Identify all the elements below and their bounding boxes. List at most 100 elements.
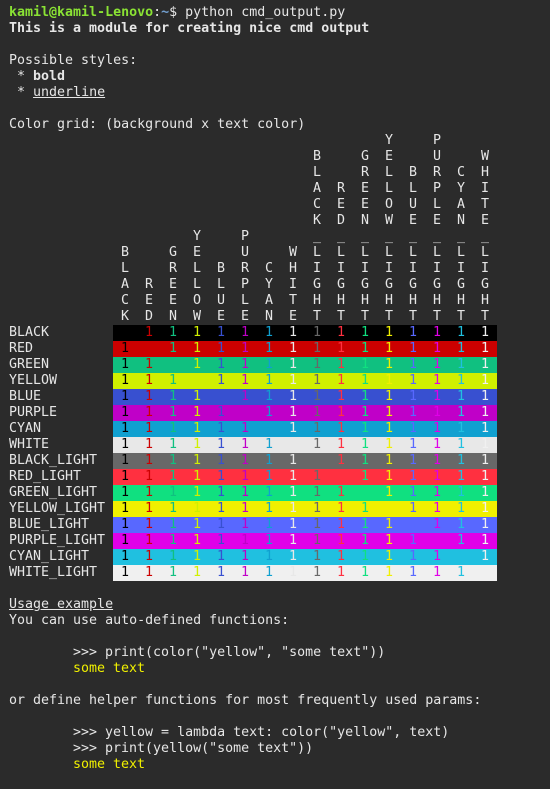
grid-cell: 1 (192, 485, 201, 500)
column-header-char: C (312, 197, 321, 212)
grid-cell: 1 (336, 501, 345, 516)
grid-cell: 1 (144, 325, 153, 340)
grid-cell: 1 (336, 453, 345, 468)
column-header-char: L (480, 245, 489, 260)
grid-cell: 1 (192, 565, 201, 580)
column-header-char: _ (456, 229, 465, 244)
grid-cell: 1 (360, 533, 369, 548)
grid-cell: 1 (240, 421, 249, 436)
grid-cell: 1 (264, 485, 273, 500)
grid-cell: 1 (168, 421, 177, 436)
grid-cell: 1 (408, 485, 417, 500)
grid-cell: 1 (408, 389, 417, 404)
grid-cell: 1 (216, 485, 225, 500)
column-header-char: A (456, 197, 465, 212)
grid-cell: 1 (360, 341, 369, 356)
column-header-char: H (480, 293, 489, 308)
column-header-char: L (336, 245, 345, 260)
grid-cell: 1 (456, 501, 465, 516)
row-label: YELLOW_LIGHT (9, 501, 106, 516)
row-label: GREEN_LIGHT (9, 485, 98, 500)
grid-cell: 1 (240, 357, 249, 372)
grid-cell: 1 (384, 469, 393, 484)
column-header-char: _ (384, 229, 393, 244)
styles-heading: Possible styles: (9, 53, 138, 68)
grid-cell: 1 (432, 485, 441, 500)
grid-cell: 1 (216, 533, 225, 548)
terminal-window[interactable]: kamil@kamil-Lenovo:~$ python cmd_output.… (0, 0, 550, 789)
column-header-char: H (384, 293, 393, 308)
grid-cell: 1 (192, 421, 201, 436)
column-header-char: N (264, 309, 273, 324)
column-header-char: E (384, 149, 393, 164)
grid-cell: 1 (360, 501, 369, 516)
grid-cell: 1 (480, 485, 489, 500)
grid-cell: 1 (120, 357, 129, 372)
grid-cell: 1 (168, 389, 177, 404)
grid-cell: 1 (264, 533, 273, 548)
grid-cell: 1 (216, 325, 225, 340)
grid-cell: 1 (456, 517, 465, 532)
grid-cell: 1 (264, 453, 273, 468)
grid-cell: 1 (360, 437, 369, 452)
column-header-char: T (456, 309, 465, 324)
grid-cell: 1 (288, 373, 297, 388)
grid-cell: 1 (264, 421, 273, 436)
grid-cell: 1 (480, 373, 489, 388)
column-header-char: D (144, 309, 153, 324)
column-header-char: E (144, 293, 153, 308)
column-header-char: L (408, 245, 417, 260)
grid-cell: 1 (456, 469, 465, 484)
grid-cell: 1 (120, 469, 129, 484)
column-header-char: _ (312, 229, 321, 244)
grid-cell: 1 (360, 517, 369, 532)
grid-cell: 1 (216, 373, 225, 388)
row-label: CYAN_LIGHT (9, 549, 90, 564)
grid-cell: 1 (480, 325, 489, 340)
grid-cell: 1 (312, 421, 321, 436)
grid-cell: 1 (216, 357, 225, 372)
grid-cell: 1 (312, 437, 321, 452)
bullet: * (9, 69, 34, 84)
grid-cell: 1 (312, 517, 321, 532)
column-header-char: I (360, 261, 369, 276)
column-header-char: H (288, 261, 297, 276)
grid-cell: 1 (360, 485, 369, 500)
grid-cell: 1 (408, 501, 417, 516)
grid-cell: 1 (432, 565, 441, 580)
grid-cell: 1 (384, 565, 393, 580)
column-header-char: G (336, 277, 345, 292)
grid-cell: 1 (168, 485, 177, 500)
grid-cell: 1 (312, 485, 321, 500)
grid-cell: 1 (192, 405, 201, 420)
column-header-char: W (480, 149, 489, 164)
grid-cell: 1 (168, 325, 177, 340)
grid-cell: 1 (480, 405, 489, 420)
grid-cell: 1 (432, 405, 441, 420)
column-header-char: E (192, 245, 201, 260)
grid-cell: 1 (456, 421, 465, 436)
grid-cell: 1 (168, 373, 177, 388)
grid-cell: 1 (456, 485, 465, 500)
grid-cell: 1 (408, 357, 417, 372)
grid-cell: 1 (144, 421, 153, 436)
grid-cell: 1 (288, 517, 297, 532)
grid-cell: 1 (336, 517, 345, 532)
grid-cell: 1 (144, 485, 153, 500)
column-header-char: N (360, 213, 369, 228)
grid-cell: 1 (144, 389, 153, 404)
grid-cell: 1 (168, 565, 177, 580)
grid-cell: 1 (120, 565, 129, 580)
grid-cell: 1 (384, 389, 393, 404)
column-header-char: L (120, 261, 129, 276)
grid-cell: 1 (408, 341, 417, 356)
grid-cell: 1 (288, 469, 297, 484)
column-header-char: H (336, 293, 345, 308)
grid-cell: 1 (120, 437, 129, 452)
grid-cell: 1 (336, 549, 345, 564)
column-header-char: _ (408, 229, 417, 244)
grid-cell: 1 (120, 453, 129, 468)
grid-cell: 1 (264, 565, 273, 580)
grid-cell: 1 (384, 485, 393, 500)
column-header-char: R (432, 165, 441, 180)
